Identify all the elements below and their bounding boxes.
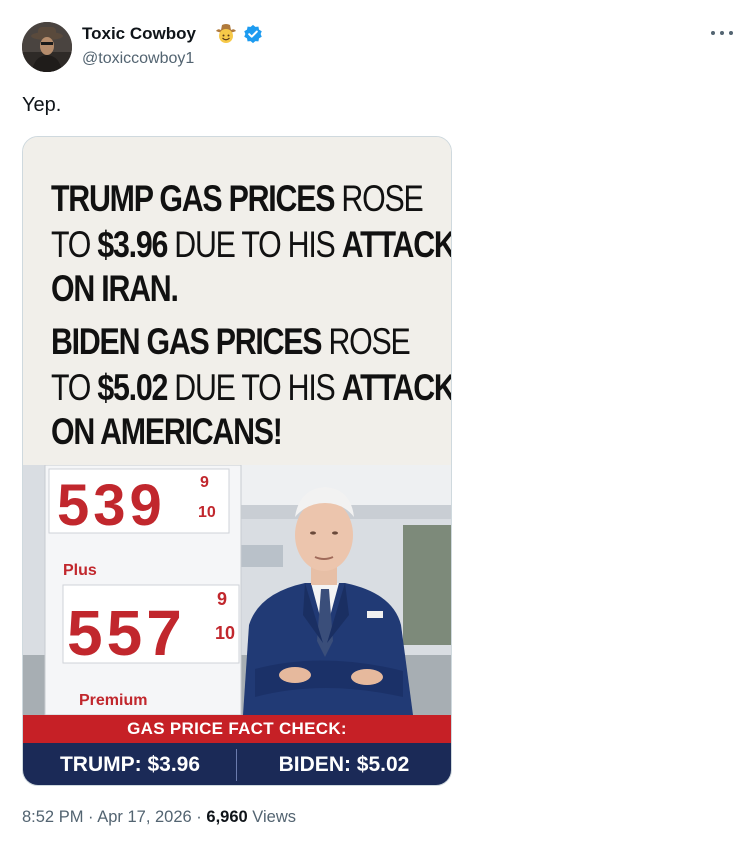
headline-line: ON IRAN. bbox=[51, 268, 179, 309]
footer-separator: · bbox=[83, 808, 98, 826]
user-name[interactable]: Toxic Cowboy bbox=[82, 24, 196, 44]
sign-price-plus-fraction-top: 9 bbox=[217, 589, 227, 609]
headline-line: TO $3.96 DUE TO HIS ATTACK bbox=[51, 224, 452, 265]
fact-check-trump: TRUMP: $3.96 bbox=[59, 753, 201, 776]
headline-line: TRUMP GAS PRICES ROSE bbox=[51, 178, 424, 219]
more-dot-icon bbox=[729, 31, 733, 35]
views-label: Views bbox=[247, 808, 296, 826]
footer-separator: · bbox=[191, 808, 207, 826]
fact-check-bar: TRUMP: $3.96 BIDEN: $5.02 bbox=[23, 743, 451, 785]
tweet-media-image[interactable]: TRUMP GAS PRICES ROSE TO $3.96 DUE TO HI… bbox=[22, 136, 452, 786]
sign-label-premium: Premium bbox=[79, 692, 147, 709]
sign-price-regular-fraction-top: 9 bbox=[200, 474, 209, 491]
sign-price-regular-fraction-bottom: 10 bbox=[198, 504, 216, 521]
tweet-footer: 8:52 PM · Apr 17, 2026 · 6,960 Views bbox=[22, 808, 296, 827]
sign-label-plus: Plus bbox=[63, 562, 97, 579]
user-handle[interactable]: @toxiccowboy1 bbox=[82, 50, 194, 68]
headline-line: TO $5.02 DUE TO HIS ATTACK bbox=[51, 367, 452, 408]
fact-check-title: GAS PRICE FACT CHECK: bbox=[23, 715, 451, 743]
gas-station-photo: 539 9 10 Plus 557 9 10 Premium bbox=[23, 465, 451, 715]
fact-check-biden: BIDEN: $5.02 bbox=[278, 753, 410, 776]
headline-line: BIDEN GAS PRICES ROSE bbox=[51, 321, 411, 362]
meme-headline: TRUMP GAS PRICES ROSE TO $3.96 DUE TO HI… bbox=[23, 137, 451, 465]
more-options-button[interactable] bbox=[710, 22, 734, 42]
tweet-date[interactable]: Apr 17, 2026 bbox=[97, 808, 192, 826]
headline-line: ON AMERICANS! bbox=[51, 411, 283, 452]
sign-price-regular: 539 bbox=[57, 473, 166, 538]
more-dot-icon bbox=[720, 31, 724, 35]
sign-price-plus-fraction-bottom: 10 bbox=[215, 623, 235, 643]
tweet-time[interactable]: 8:52 PM bbox=[22, 808, 83, 826]
views-count[interactable]: 6,960 bbox=[206, 808, 247, 826]
more-dot-icon bbox=[711, 31, 715, 35]
tweet: Toxic Cowboy @toxiccowboy1 Yep. TRUMP GA… bbox=[0, 0, 756, 847]
tweet-text: Yep. bbox=[22, 94, 62, 116]
avatar[interactable] bbox=[22, 22, 72, 72]
sign-price-plus: 557 bbox=[67, 597, 186, 669]
verified-badge-icon bbox=[244, 24, 262, 44]
cowboy-hat-face-icon bbox=[216, 24, 236, 43]
